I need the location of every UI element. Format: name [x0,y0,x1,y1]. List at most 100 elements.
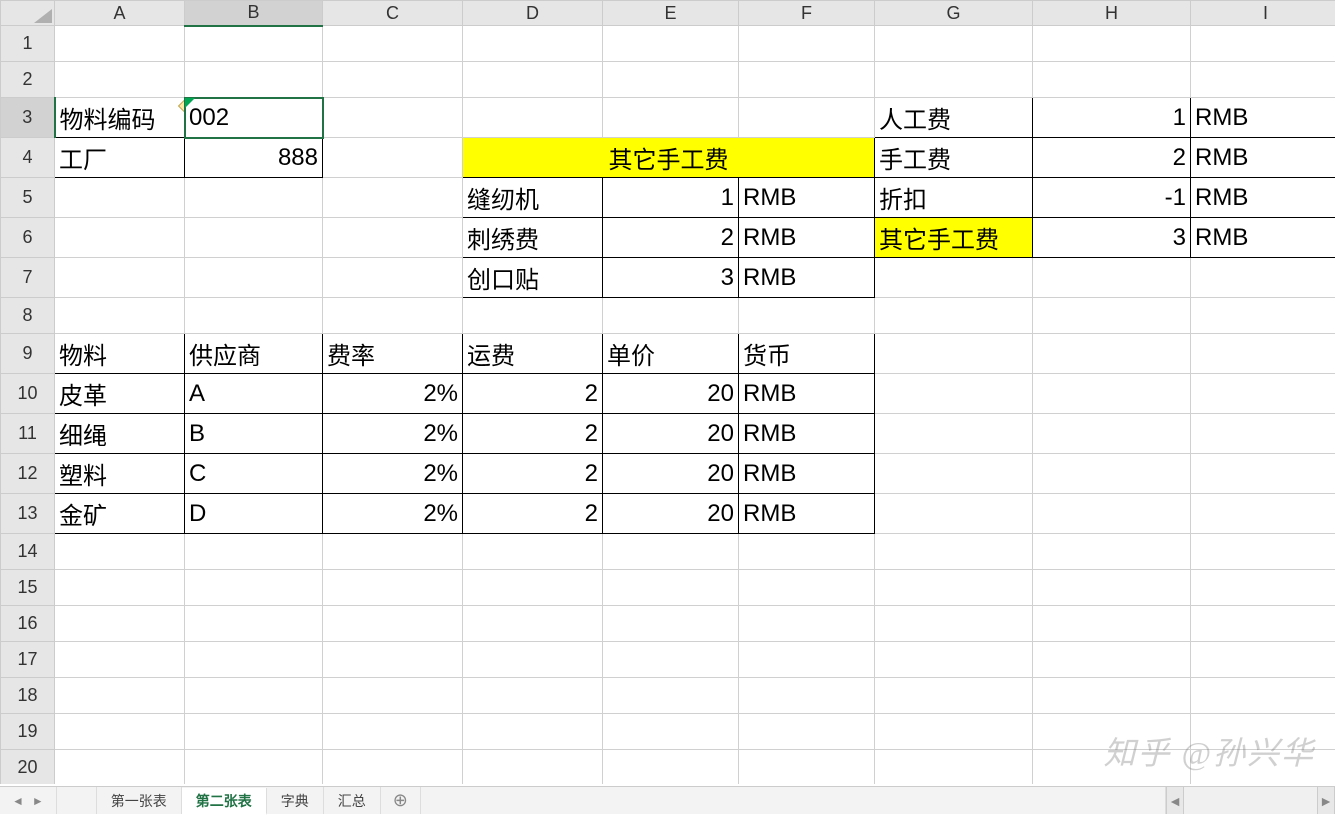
cell-B8[interactable] [185,298,323,334]
cell-C5[interactable] [323,178,463,218]
cell-D5[interactable]: 缝纫机 [463,178,603,218]
cell-F9[interactable]: 货币 [739,334,875,374]
cell-I18[interactable] [1191,678,1335,714]
cell-E17[interactable] [603,642,739,678]
cell-C9[interactable]: 费率 [323,334,463,374]
cell-H5[interactable]: -1 [1033,178,1191,218]
cell-G7[interactable] [875,258,1033,298]
cell-B7[interactable] [185,258,323,298]
cell-D3[interactable] [463,98,603,138]
cell-D14[interactable] [463,534,603,570]
cell-G14[interactable] [875,534,1033,570]
cell-A3[interactable]: 物料编码 [55,98,185,138]
cell-G16[interactable] [875,606,1033,642]
row-header-3[interactable]: 3 [1,98,55,138]
cell-G8[interactable] [875,298,1033,334]
cell-B4[interactable]: 888 [185,138,323,178]
cell-D1[interactable] [463,26,603,62]
cell-H7[interactable] [1033,258,1191,298]
cell-C2[interactable] [323,62,463,98]
cell-H9[interactable] [1033,334,1191,374]
cell-H10[interactable] [1033,374,1191,414]
row-header-12[interactable]: 12 [1,454,55,494]
cell-I14[interactable] [1191,534,1335,570]
tab-nav-buttons[interactable]: ◄ ► [0,787,57,814]
cell-A9[interactable]: 物料 [55,334,185,374]
cell-F6[interactable]: RMB [739,218,875,258]
cell-H19[interactable] [1033,714,1191,750]
cell-D20[interactable] [463,750,603,785]
cell-G3[interactable]: 人工费 [875,98,1033,138]
cell-G18[interactable] [875,678,1033,714]
row-header-6[interactable]: 6 [1,218,55,258]
cell-G2[interactable] [875,62,1033,98]
cell-F8[interactable] [739,298,875,334]
cell-A12[interactable]: 塑料 [55,454,185,494]
cell-A18[interactable] [55,678,185,714]
cell-E20[interactable] [603,750,739,785]
cell-F13[interactable]: RMB [739,494,875,534]
cell-I5[interactable]: RMB [1191,178,1335,218]
col-header-A[interactable]: A [55,1,185,26]
row-header-18[interactable]: 18 [1,678,55,714]
row-header-4[interactable]: 4 [1,138,55,178]
cell-A15[interactable] [55,570,185,606]
add-sheet-button[interactable]: ⊕ [381,787,421,814]
cell-A6[interactable] [55,218,185,258]
cell-F11[interactable]: RMB [739,414,875,454]
cell-E7[interactable]: 3 [603,258,739,298]
cell-H20[interactable] [1033,750,1191,785]
row-header-17[interactable]: 17 [1,642,55,678]
cell-F12[interactable]: RMB [739,454,875,494]
row-header-16[interactable]: 16 [1,606,55,642]
cell-H6[interactable]: 3 [1033,218,1191,258]
cell-I15[interactable] [1191,570,1335,606]
error-warning-icon[interactable] [178,98,185,121]
cell-G17[interactable] [875,642,1033,678]
cell-B19[interactable] [185,714,323,750]
row-header-8[interactable]: 8 [1,298,55,334]
cell-E13[interactable]: 20 [603,494,739,534]
cell-I19[interactable] [1191,714,1335,750]
cell-E5[interactable]: 1 [603,178,739,218]
cell-C15[interactable] [323,570,463,606]
cell-I8[interactable] [1191,298,1335,334]
tab-nav-prev-icon[interactable]: ◄ [8,794,28,808]
cell-G6[interactable]: 其它手工费 [875,218,1033,258]
cell-A19[interactable] [55,714,185,750]
cell-I17[interactable] [1191,642,1335,678]
scroll-left-icon[interactable]: ◄ [1166,787,1184,814]
cell-B17[interactable] [185,642,323,678]
cell-F17[interactable] [739,642,875,678]
cell-E19[interactable] [603,714,739,750]
cell-C18[interactable] [323,678,463,714]
cell-B2[interactable] [185,62,323,98]
cell-D4[interactable]: 其它手工费 [463,138,875,178]
col-header-F[interactable]: F [739,1,875,26]
cell-H8[interactable] [1033,298,1191,334]
cell-I7[interactable] [1191,258,1335,298]
cell-C6[interactable] [323,218,463,258]
cell-C11[interactable]: 2% [323,414,463,454]
cell-C17[interactable] [323,642,463,678]
cell-G10[interactable] [875,374,1033,414]
cell-B14[interactable] [185,534,323,570]
col-header-D[interactable]: D [463,1,603,26]
cell-H3[interactable]: 1 [1033,98,1191,138]
col-header-G[interactable]: G [875,1,1033,26]
row-header-1[interactable]: 1 [1,26,55,62]
cell-A11[interactable]: 细绳 [55,414,185,454]
cell-G5[interactable]: 折扣 [875,178,1033,218]
cell-I12[interactable] [1191,454,1335,494]
cell-I4[interactable]: RMB [1191,138,1335,178]
cell-E8[interactable] [603,298,739,334]
cell-B3[interactable]: 002 [185,98,323,138]
cell-B15[interactable] [185,570,323,606]
cell-C14[interactable] [323,534,463,570]
cell-I20[interactable] [1191,750,1335,785]
cell-H18[interactable] [1033,678,1191,714]
cell-B9[interactable]: 供应商 [185,334,323,374]
cell-A14[interactable] [55,534,185,570]
cell-D18[interactable] [463,678,603,714]
cell-F2[interactable] [739,62,875,98]
